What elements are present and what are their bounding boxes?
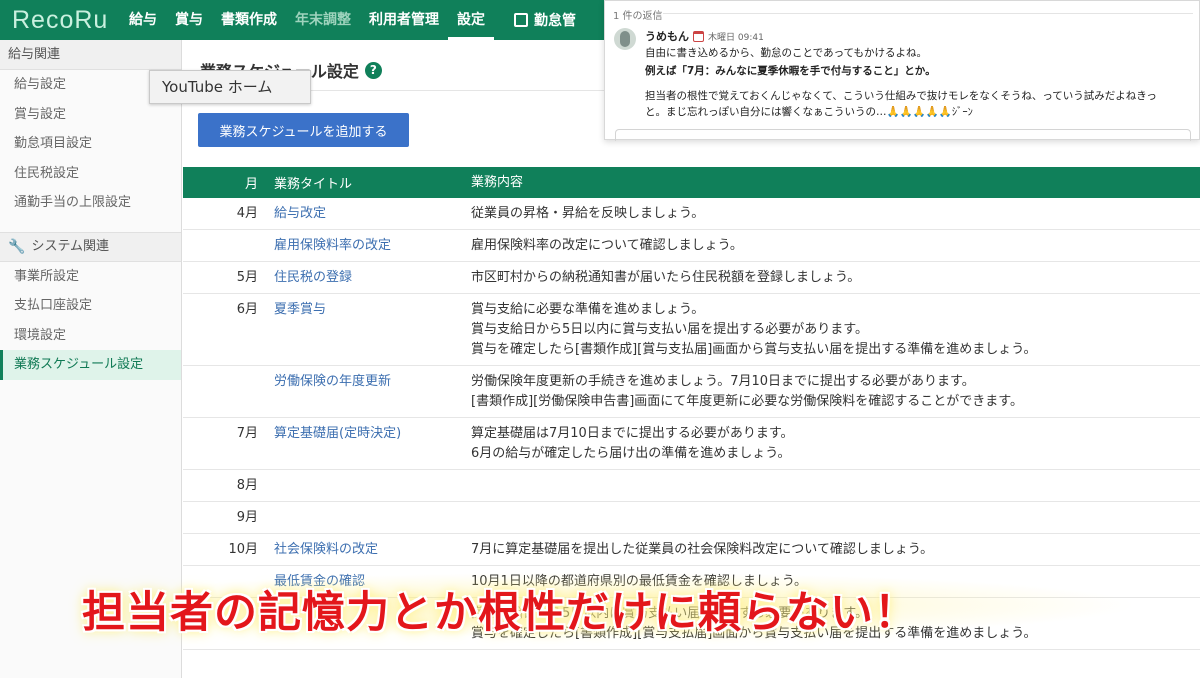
table-header: 月 業務タイトル 業務内容 <box>183 167 1200 198</box>
cell-month: 10月 <box>228 542 258 557</box>
desc-line: [書類作成][労働保険申告書]画面にて年度更新に必要な労働保険料を確認することが… <box>471 394 1023 409</box>
cell-title-link[interactable]: 住民税の登録 <box>258 268 471 288</box>
cell-title-link[interactable]: 労働保険の年度更新 <box>258 372 471 412</box>
nav-external-link[interactable]: 勤怠管 <box>494 10 576 30</box>
sidebar-section-system-label: システム関連 <box>31 238 110 254</box>
add-schedule-button[interactable]: 業務スケジュールを追加する <box>198 113 409 147</box>
cell-desc: 労働保険年度更新の手続きを進めましょう。7月10日までに提出する必要があります。… <box>471 372 1200 412</box>
reply-count[interactable]: 1 件の返信 <box>613 7 663 22</box>
cell-month: 9月 <box>236 510 258 525</box>
desc-line: 算定基礎届は7月10日までに提出する必要があります。 <box>471 426 794 441</box>
desc-line: 労働保険年度更新の手続きを進めましょう。7月10日までに提出する必要があります。 <box>471 374 975 389</box>
nav-item[interactable]: 給与 <box>120 0 166 40</box>
cell-desc: 雇用保険料率の改定について確認しましょう。 <box>471 236 1200 256</box>
video-caption: 担当者の記憶力とか根性だけに頼らない！ <box>82 588 918 638</box>
cell-month: 4月 <box>236 206 258 221</box>
sidebar-section-payroll: 給与関連 <box>0 40 181 70</box>
cell-title-link[interactable]: 給与改定 <box>258 204 471 224</box>
external-link-icon <box>514 13 528 27</box>
cell-month: 8月 <box>236 478 258 493</box>
cell-title-link <box>258 508 471 528</box>
desc-line: 賞与支給に必要な準備を進めましょう。 <box>471 302 705 317</box>
message-line: 自由に書き込めるから、勤怠のことであってもかけるよね。 <box>645 47 928 59</box>
nav-external-label: 勤怠管 <box>534 13 576 29</box>
avatar[interactable] <box>614 28 636 50</box>
message-line: 例えば「7月：みんなに夏季休暇を手で付与すること」とか。 <box>645 65 936 77</box>
cell-month <box>183 236 258 256</box>
desc-line: 6月の給与が確定したら届け出の準備を進めましょう。 <box>471 446 791 461</box>
table-row: 4月 給与改定 従業員の昇格・昇給を反映しましょう。 <box>183 198 1200 230</box>
calendar-icon <box>693 30 704 42</box>
chat-thread-panel: 1 件の返信 うめもん 木曜日 09:41 自由に書き込めるから、勤怠のことであ… <box>604 0 1200 141</box>
cell-title-link[interactable]: 雇用保険料率の改定 <box>258 236 471 256</box>
cell-month <box>183 372 258 412</box>
sidebar-item[interactable]: 事業所設定 <box>0 262 181 292</box>
cell-title-link[interactable]: 算定基礎届(定時決定) <box>258 424 471 464</box>
column-header-desc: 業務内容 <box>471 174 524 190</box>
table-row: 10月 社会保険料の改定 7月に算定基礎届を提出した従業員の社会保険料改定について確… <box>183 534 1200 566</box>
cell-desc <box>471 476 1200 496</box>
sidebar-item[interactable]: 住民税設定 <box>0 159 181 189</box>
table-row: 7月 算定基礎届(定時決定) 算定基礎届は7月10日までに提出する必要があります。 6… <box>183 418 1200 470</box>
help-icon[interactable]: ? <box>364 61 382 79</box>
sidebar-item[interactable]: 業務スケジュール設定 <box>0 350 181 380</box>
sidebar-item[interactable]: 勤怠項目設定 <box>0 129 181 159</box>
message-line: と。まじ忘れっぽい自分には響くなぁこういうの…🙏🙏🙏🙏🙏ｼﾞｰﾝ <box>645 106 973 118</box>
cell-desc: 算定基礎届は7月10日までに提出する必要があります。 6月の給与が確定したら届け出… <box>471 424 1200 464</box>
table-row: 5月 住民税の登録 市区町村からの納税通知書が届いたら住民税額を登録しましょう。 <box>183 262 1200 294</box>
desc-line: 7月に算定基礎届を提出した従業員の社会保険料改定について確認しましょう。 <box>471 542 934 557</box>
cell-desc: 市区町村からの納税通知書が届いたら住民税額を登録しましょう。 <box>471 268 1200 288</box>
nav-item[interactable]: 設定 <box>448 0 494 40</box>
divider <box>663 13 1193 14</box>
message-composer[interactable] <box>615 129 1191 141</box>
cell-month: 6月 <box>236 302 258 317</box>
nav-item[interactable]: 賞与 <box>166 0 212 40</box>
desc-line: 市区町村からの納税通知書が届いたら住民税額を登録しましょう。 <box>471 270 861 285</box>
wrench-icon: 🔧 <box>8 238 26 255</box>
desc-line: 賞与を確定したら[書類作成][賞与支払届]画面から賞与支払い届を提出する準備を進… <box>471 342 1037 357</box>
message-header: うめもん 木曜日 09:41 <box>645 28 764 44</box>
main-nav: 給与 賞与 書類作成 年末調整 利用者管理 設定 <box>120 0 494 40</box>
column-header-month: 月 <box>244 177 258 192</box>
table-row: 8月 <box>183 470 1200 502</box>
table-row: 6月 夏季賞与 賞与支給に必要な準備を進めましょう。賞与支給日から5日以内に賞与支払… <box>183 294 1200 366</box>
cell-title-link[interactable]: 社会保険料の改定 <box>258 540 471 560</box>
cell-month: 5月 <box>236 270 258 285</box>
message-time[interactable]: 木曜日 09:41 <box>708 30 764 43</box>
table-row: 労働保険の年度更新 労働保険年度更新の手続きを進めましょう。7月10日までに提出す… <box>183 366 1200 418</box>
nav-item[interactable]: 年末調整 <box>286 0 360 40</box>
cell-month: 7月 <box>236 426 258 441</box>
cell-desc: 賞与支給に必要な準備を進めましょう。賞与支給日から5日以内に賞与支払い届を提出す… <box>471 300 1200 360</box>
cell-title-link <box>258 476 471 496</box>
youtube-home-tooltip: YouTube ホーム <box>149 70 311 104</box>
sidebar-item[interactable]: 通勤手当の上限設定 <box>0 188 181 218</box>
sidebar-item[interactable]: 支払口座設定 <box>0 291 181 321</box>
sidebar-item[interactable]: 環境設定 <box>0 321 181 351</box>
table-row: 9月 <box>183 502 1200 534</box>
cell-desc <box>471 508 1200 528</box>
sidebar-section-system: 🔧 システム関連 <box>0 231 181 262</box>
desc-line: 雇用保険料率の改定について確認しましょう。 <box>471 238 743 253</box>
sidebar-section-system-items: 事業所設定 支払口座設定 環境設定 業務スケジュール設定 <box>0 262 181 380</box>
desc-line: 賞与支給日から5日以内に賞与支払い届を提出する必要があります。 <box>471 322 868 337</box>
author-name[interactable]: うめもん <box>645 28 689 44</box>
nav-item[interactable]: 利用者管理 <box>360 0 448 40</box>
app-logo[interactable]: RecoRu <box>0 6 120 35</box>
nav-item[interactable]: 書類作成 <box>212 0 286 40</box>
cell-desc: 従業員の昇格・昇給を反映しましょう。 <box>471 204 1200 224</box>
table-row: 雇用保険料率の改定 雇用保険料率の改定について確認しましょう。 <box>183 230 1200 262</box>
cell-desc: 7月に算定基礎届を提出した従業員の社会保険料改定について確認しましょう。 <box>471 540 1200 560</box>
desc-line: 従業員の昇格・昇給を反映しましょう。 <box>471 206 705 221</box>
message-line: 担当者の根性で覚えておくんじゃなくて、こういう仕組みで抜けモレをなくそうね、って… <box>645 90 1157 102</box>
cell-title-link[interactable]: 夏季賞与 <box>258 300 471 360</box>
column-header-title: 業務タイトル <box>274 177 353 192</box>
